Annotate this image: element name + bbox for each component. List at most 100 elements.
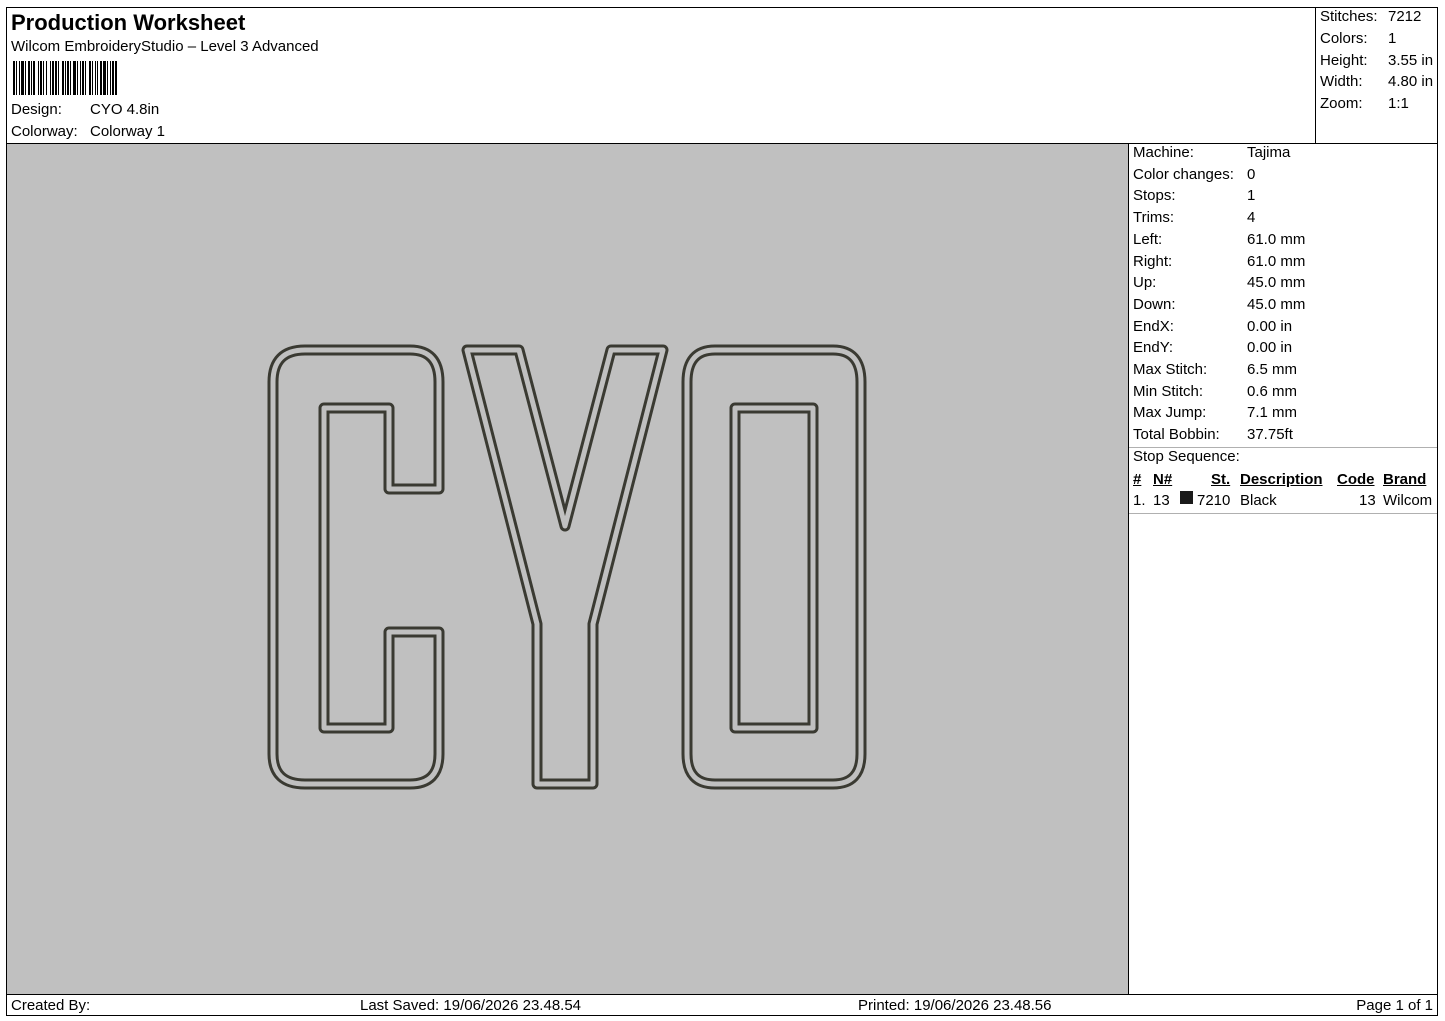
stop-row-brand: Wilcom xyxy=(1383,492,1433,509)
color-swatch xyxy=(1180,491,1193,504)
colorway-label: Colorway: xyxy=(11,123,78,140)
last-saved: Last Saved: 19/06/2026 23.48.54 xyxy=(360,997,582,1014)
barcode-bar xyxy=(65,61,66,95)
letter-c-outline xyxy=(267,344,445,790)
barcode-bar xyxy=(80,61,81,95)
letter-y-outline-inner xyxy=(464,347,666,787)
summary-value: 3.55 in xyxy=(1388,52,1434,69)
summary-panel: Stitches: 7212 Colors: 1 Height: 3.55 in Wi… xyxy=(1315,8,1437,143)
summary-label: Width: xyxy=(1320,73,1363,90)
barcode-bar xyxy=(38,61,39,95)
summary-row: Height: 3.55 in xyxy=(1320,52,1433,69)
summary-label: Zoom: xyxy=(1320,95,1363,112)
detail-row: Left: 61.0 mm xyxy=(1133,231,1305,248)
barcode-bar xyxy=(77,61,78,95)
barcode-bar xyxy=(16,61,17,95)
barcode-bar xyxy=(70,61,71,95)
detail-label: Machine: xyxy=(1133,144,1194,161)
summary-value: 4.80 in xyxy=(1388,73,1434,90)
detail-value: 1 xyxy=(1247,187,1256,205)
letter-o-inner-outline-inner xyxy=(732,405,816,731)
summary-row: Zoom: 1:1 xyxy=(1320,95,1409,112)
detail-row: Trims: 4 xyxy=(1133,209,1255,226)
detail-value: 0.6 mm xyxy=(1247,382,1298,400)
barcode-bar xyxy=(46,61,47,95)
barcode-bar xyxy=(85,61,86,95)
divider xyxy=(1129,513,1437,514)
detail-value: Tajima xyxy=(1247,144,1291,161)
detail-value: 0 xyxy=(1247,165,1256,183)
barcode-bar xyxy=(73,61,76,95)
detail-row: Total Bobbin: 37.75ft xyxy=(1133,426,1293,443)
barcode-bar xyxy=(100,61,102,95)
stop-row-num: 1. xyxy=(1133,492,1146,509)
detail-label: Max Jump: xyxy=(1133,404,1207,422)
detail-value: 6.5 mm xyxy=(1247,361,1298,378)
created-by: Created By: xyxy=(11,997,91,1014)
barcode-bar xyxy=(25,61,26,95)
col-header-num: # xyxy=(1133,471,1142,488)
barcode-bar xyxy=(89,61,91,95)
col-header-n: N# xyxy=(1153,471,1173,488)
detail-label: Left: xyxy=(1133,230,1163,248)
barcode-bar xyxy=(28,61,30,95)
design-preview xyxy=(7,144,1129,994)
col-header-code: Code xyxy=(1337,471,1375,488)
barcode-bar xyxy=(112,61,114,95)
detail-value: 4 xyxy=(1247,209,1256,227)
summary-label: Height: xyxy=(1320,52,1368,69)
worksheet-footer: Created By: Last Saved: 19/06/2026 23.48… xyxy=(7,994,1437,1016)
stop-row-st: 7210 xyxy=(1197,492,1231,509)
detail-row: Color changes: 0 xyxy=(1133,166,1255,183)
barcode-bar xyxy=(103,61,106,95)
design-artwork xyxy=(267,344,867,790)
machine-details-panel: Machine: Tajima Color changes: 0 Stops: 1 Trim… xyxy=(1129,144,1437,994)
detail-label: Up: xyxy=(1133,274,1157,292)
barcode-bar xyxy=(107,61,108,95)
letter-y-outline xyxy=(461,344,669,790)
barcode-bar xyxy=(13,61,15,95)
detail-row: Max Jump: 7.1 mm xyxy=(1133,404,1297,421)
detail-row: Machine: Tajima xyxy=(1133,144,1290,161)
design-label: Design: xyxy=(11,101,62,118)
barcode-bar xyxy=(58,61,59,95)
detail-value: 7.1 mm xyxy=(1247,404,1298,422)
design-value: CYO 4.8in xyxy=(90,101,160,118)
detail-row: EndY: 0.00 in xyxy=(1133,339,1292,356)
letter-o-outer-outline-inner xyxy=(684,347,864,787)
page-title: Production Worksheet xyxy=(11,10,246,35)
stop-row-code: 13 xyxy=(1359,492,1376,509)
summary-row: Width: 4.80 in xyxy=(1320,73,1433,90)
letter-o-inner-outline xyxy=(729,402,819,734)
letter-o-outer-outline xyxy=(681,344,867,790)
detail-value: 45.0 mm xyxy=(1247,274,1306,292)
stop-row-n: 13 xyxy=(1153,492,1170,509)
colorway-value: Colorway 1 xyxy=(90,123,166,140)
letter-c-outline-inner xyxy=(270,347,442,787)
barcode-bar xyxy=(33,61,35,95)
summary-value: 1:1 xyxy=(1388,95,1409,112)
summary-value: 1 xyxy=(1388,30,1397,47)
barcode xyxy=(13,61,117,95)
detail-row: Up: 45.0 mm xyxy=(1133,274,1305,291)
detail-label: Min Stitch: xyxy=(1133,382,1204,400)
summary-value: 7212 xyxy=(1388,8,1422,25)
software-name: Wilcom EmbroideryStudio – Level 3 Advanc… xyxy=(11,38,319,55)
barcode-bar xyxy=(62,61,64,95)
detail-value: 61.0 mm xyxy=(1247,230,1306,248)
summary-row: Stitches: 7212 xyxy=(1320,8,1421,25)
barcode-bar xyxy=(40,61,42,95)
col-header-description: Description xyxy=(1240,471,1323,488)
barcode-bar xyxy=(115,61,117,95)
detail-row: EndX: 0.00 in xyxy=(1133,318,1292,335)
detail-label: EndY: xyxy=(1133,339,1174,357)
barcode-bar xyxy=(31,61,32,95)
colorway-row: Colorway: Colorway 1 xyxy=(11,123,165,140)
detail-label: Right: xyxy=(1133,252,1173,270)
barcode-bar xyxy=(50,61,51,95)
detail-value: 0.00 in xyxy=(1247,317,1293,335)
stop-row-description: Black xyxy=(1240,492,1277,509)
col-header-brand: Brand xyxy=(1383,471,1427,488)
detail-label: Trims: xyxy=(1133,209,1175,227)
barcode-bar xyxy=(92,61,93,95)
